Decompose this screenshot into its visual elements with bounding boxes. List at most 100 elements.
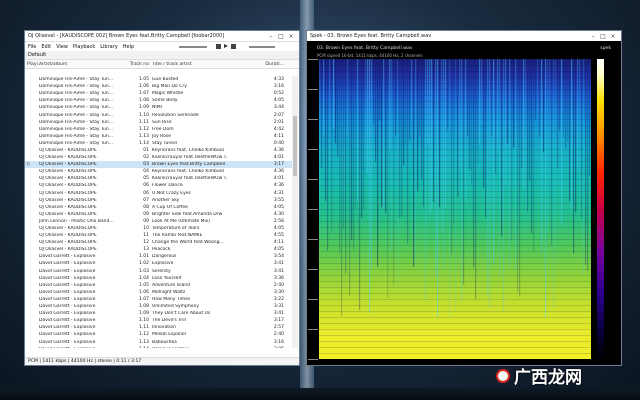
spectrogram-streak xyxy=(469,59,471,170)
table-row[interactable]: OJ Oliasvel - KAUDISCOPE 09 Brighter Side … xyxy=(25,211,293,218)
table-row[interactable]: OJ Oliasvel - KAUDISCOPE 08 A Cup Of Coffe… xyxy=(25,204,293,211)
spectrogram-band xyxy=(319,179,591,180)
spectrogram-band xyxy=(319,113,591,114)
playlist-scrollbar[interactable] xyxy=(292,76,298,348)
menu-help[interactable]: Help xyxy=(123,44,134,50)
col-title[interactable]: Title / track artist xyxy=(152,62,228,67)
minimize-icon[interactable]: – xyxy=(266,33,276,40)
table-row[interactable]: Dominique Fils-Aimé - Stay Tun... 1.05 Gue… xyxy=(25,76,293,83)
table-row[interactable]: Dominique Fils-Aimé - Stay Tun... 1.10 Rev… xyxy=(25,111,293,118)
spectrogram-streak xyxy=(495,59,497,175)
stop-icon[interactable] xyxy=(216,44,222,49)
foobar-titlebar[interactable]: OJ Oliasvel - [KAUDISCOPE 002] Brown Eye… xyxy=(25,31,299,42)
table-row[interactable]: David Garrett - Explosive 1.10 The Devil's… xyxy=(25,317,293,324)
cell-artist-album: OJ Oliasvel - KAUDISCOPE xyxy=(39,169,97,175)
table-row[interactable]: David Garrett - Explosive 1.02 Explosive 3:… xyxy=(25,260,293,267)
spectrogram-streak xyxy=(511,59,513,242)
table-row[interactable]: OJ Oliasvel - KAUDISCOPE 13 Peacock 4:05 xyxy=(25,246,293,253)
col-artist-album[interactable]: Artist/album xyxy=(39,62,126,67)
table-row[interactable]: David Garrett - Explosive 1.07 How Many Ti… xyxy=(25,296,293,303)
maximize-icon[interactable]: □ xyxy=(598,33,608,40)
cell-duration: 3:44 xyxy=(273,105,284,111)
table-row[interactable]: Dominique Fils-Aimé - Stay Tun... 1.07 Mag… xyxy=(25,90,293,97)
cell-artist-album: OJ Oliasvel - KAUDISCOPE xyxy=(39,147,97,153)
table-row[interactable]: OJ Oliasvel - KAUDISCOPE 11 The Rambi feat… xyxy=(25,232,293,239)
table-row[interactable]: Dominique Fils-Aimé - Stay Tun... 1.06 Big… xyxy=(25,83,293,90)
spectrogram-band xyxy=(319,347,591,348)
spectrogram-streak xyxy=(449,59,451,318)
table-row[interactable]: David Garrett - Explosive 1.05 Adventure I… xyxy=(25,282,293,289)
spectrogram-streak xyxy=(381,59,383,208)
table-row[interactable]: OJ Oliasvel - KAUDISCOPE 06 U Not Crazy Ey… xyxy=(25,190,293,197)
scrollbar-thumb[interactable] xyxy=(293,116,297,176)
table-row[interactable]: David Garrett - Explosive 1.09 They Don't … xyxy=(25,310,293,317)
table-row[interactable]: OJ Oliasvel - KAUDISCOPE 02 Kalinlicrauyar… xyxy=(25,154,293,161)
table-row[interactable]: David Garrett - Explosive 1.01 Dangerous 3:… xyxy=(25,253,293,260)
table-row[interactable]: David Garrett - Explosive 1.06 Midnight Wa… xyxy=(25,289,293,296)
menu-edit[interactable]: Edit xyxy=(41,44,51,50)
play-icon[interactable] xyxy=(224,44,229,48)
table-row[interactable]: OJ Oliasvel - KAUDISCOPE 06 Flower Dance 4:… xyxy=(25,182,293,189)
seek-bar[interactable] xyxy=(179,45,208,48)
foobar-window[interactable]: OJ Oliasvel - [KAUDISCOPE 002] Brown Eye… xyxy=(24,30,300,366)
spectrogram-streak xyxy=(327,59,329,251)
table-row[interactable]: Dominique Fils-Aimé - Stay Tun... 1.12 Fre… xyxy=(25,126,293,133)
spectrogram-band xyxy=(319,269,591,270)
spectrogram-streak xyxy=(423,59,425,207)
table-row[interactable]: OJ Oliasvel - KAUDISCOPE 04 Keynorans feat… xyxy=(25,168,293,175)
table-row[interactable]: David Garrett - Explosive 1.13 Baboushka 3:… xyxy=(25,338,293,345)
spectrogram-streak xyxy=(329,59,331,167)
table-row[interactable]: David Garrett - Explosive 1.08 Unlimited S… xyxy=(25,303,293,310)
table-row[interactable]: Dominique Fils-Aimé - Stay Tun... 1.14 Sta… xyxy=(25,140,293,147)
table-row[interactable]: David Garrett - Explosive 1.03 Serenity 3:4… xyxy=(25,268,293,275)
spectrogram-band xyxy=(319,131,591,132)
spectrogram-band xyxy=(319,107,591,108)
menu-file[interactable]: File xyxy=(28,44,36,50)
cell-track-no: 1.05 xyxy=(138,77,149,83)
menu-view[interactable]: View xyxy=(56,44,68,50)
minimize-icon[interactable]: – xyxy=(588,33,598,40)
volume-slider[interactable] xyxy=(249,45,276,48)
table-row[interactable]: OJ Oliasvel - KAUDISCOPE 05 Kalinlicrauyar… xyxy=(25,175,293,182)
table-row[interactable]: David Garrett - Explosive 1.11 Innovation 2… xyxy=(25,324,293,331)
playlist-tab-default[interactable]: Default xyxy=(25,51,299,60)
cell-title: Magic Whistle xyxy=(152,91,184,97)
pause-icon[interactable] xyxy=(231,44,237,49)
cell-duration: 4:11 xyxy=(273,240,284,246)
cell-track-no: 1.09 xyxy=(138,105,149,111)
col-playing[interactable]: Playi... xyxy=(25,62,42,67)
col-duration[interactable]: Durati... xyxy=(228,62,288,67)
maximize-icon[interactable]: □ xyxy=(276,33,286,40)
table-row[interactable]: Dominique Fils-Aimé - Stay Tun... 1.08 Som… xyxy=(25,97,293,104)
close-icon[interactable]: × xyxy=(286,33,296,40)
spectrogram-streak xyxy=(401,59,403,217)
close-icon[interactable]: × xyxy=(608,33,618,40)
table-row[interactable]: ▷ OJ Oliasvel - KAUDISCOPE 03 Brown Eyes fe… xyxy=(25,161,293,169)
table-row[interactable]: OJ Oliasvel - KAUDISCOPE 07 Another Sky 3:5… xyxy=(25,197,293,204)
cell-artist-album: OJ Oliasvel - KAUDISCOPE xyxy=(39,226,97,232)
table-row[interactable]: Dominique Fils-Aimé - Stay Tun... 1.09 NIM… xyxy=(25,104,293,111)
cell-artist-album: David Garrett - Explosive xyxy=(39,254,96,260)
table-row[interactable]: OJ Oliasvel - KAUDISCOPE 10 Temperature of… xyxy=(25,225,293,232)
spectrogram-streak xyxy=(323,59,325,135)
menu-playback[interactable]: Playback xyxy=(73,44,95,50)
cell-title: Keynorans feat. Chelko Kimbuss xyxy=(152,169,225,175)
table-row[interactable]: Dominique Fils-Aimé - Stay Tun... 1.11 Sun… xyxy=(25,119,293,126)
table-row[interactable]: OJ Oliasvel - KAUDISCOPE 12 Change the Wor… xyxy=(25,239,293,246)
menu-library[interactable]: Library xyxy=(100,44,117,50)
table-row[interactable]: David Garrett - Explosive 1.04 Lose Yourse… xyxy=(25,275,293,282)
table-row[interactable]: David Garrett - Explosive1.14Baroque Fan… xyxy=(25,346,293,348)
table-row[interactable]: OJ Oliasvel - KAUDISCOPE 01 Keynorans feat… xyxy=(25,147,293,154)
cell-track-no: 1.03 xyxy=(138,268,149,274)
table-row[interactable]: John Lennon - Plastic Ono Band... 09 Look … xyxy=(25,218,293,225)
cell-duration: 3:22 xyxy=(273,296,284,302)
col-track-no[interactable]: Track no xyxy=(126,62,152,67)
cell-track-no: 1.13 xyxy=(138,339,149,345)
spectrogram-streak xyxy=(347,59,349,135)
spectrogram-streak xyxy=(565,59,567,148)
table-row[interactable]: Dominique Fils-Aimé - Stay Tun... 1.13 Joy… xyxy=(25,133,293,140)
cell-artist-album: OJ Oliasvel - KAUDISCOPE xyxy=(39,197,97,203)
table-row[interactable]: David Garrett - Explosive 1.12 Melodi Espa… xyxy=(25,331,293,338)
spectrogram-streak xyxy=(419,59,421,136)
spek-window[interactable]: Spek - 03. Brown Eyes feat. Britty Campb… xyxy=(306,30,622,366)
